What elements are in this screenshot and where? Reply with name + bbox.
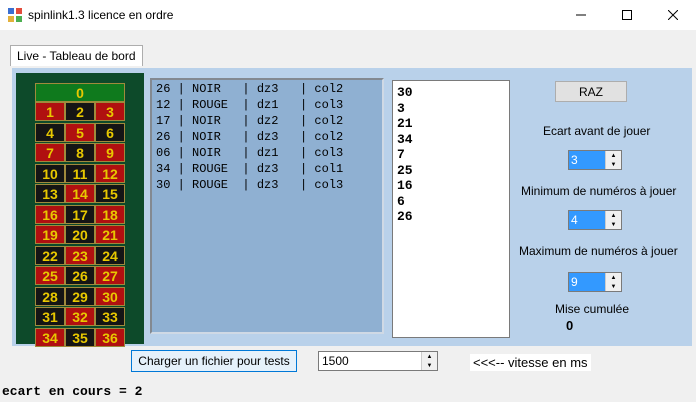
roulette-number-3[interactable]: 3 xyxy=(95,102,125,121)
log-line[interactable]: 26 | NOIR | dz3 | col2 xyxy=(156,129,343,145)
roulette-number-18[interactable]: 18 xyxy=(95,204,125,224)
speed-arrows[interactable]: ▲ ▼ xyxy=(421,352,437,370)
ecart-label: Ecart avant de jouer xyxy=(543,124,651,138)
log-line[interactable]: 06 | NOIR | dz1 | col3 xyxy=(156,145,343,161)
chevron-down-icon[interactable]: ▼ xyxy=(606,220,621,229)
roulette-number-28[interactable]: 28 xyxy=(35,286,65,306)
number-item[interactable]: 25 xyxy=(397,163,413,179)
roulette-number-32[interactable]: 32 xyxy=(65,307,95,326)
chevron-down-icon[interactable]: ▼ xyxy=(606,282,621,291)
mise-label: Mise cumulée xyxy=(555,302,630,316)
roulette-number-14[interactable]: 14 xyxy=(65,184,95,203)
spin-log[interactable]: 26 | NOIR | dz3 | col2 12 | ROUGE | dz1 |… xyxy=(150,78,384,334)
close-button[interactable] xyxy=(650,0,696,30)
roulette-number-8[interactable]: 8 xyxy=(65,143,95,162)
roulette-number-27[interactable]: 27 xyxy=(95,266,125,285)
min-label: Minimum de numéros à jouer xyxy=(521,184,677,198)
tab-live-dashboard[interactable]: Live - Tableau de bord xyxy=(10,45,143,66)
app-icon xyxy=(8,8,22,22)
roulette-number-25[interactable]: 25 xyxy=(35,266,65,285)
window-title: spinlink1.3 licence en ordre xyxy=(28,8,174,22)
number-item[interactable]: 21 xyxy=(397,116,413,132)
roulette-number-6[interactable]: 6 xyxy=(95,122,125,142)
ecart-value[interactable]: 3 xyxy=(569,151,606,169)
log-line[interactable]: 26 | NOIR | dz3 | col2 xyxy=(156,81,343,97)
max-value[interactable]: 9 xyxy=(569,273,606,291)
roulette-number-9[interactable]: 9 xyxy=(95,143,125,162)
roulette-number-10[interactable]: 10 xyxy=(35,163,65,183)
min-stepper[interactable]: 4 ▲ ▼ xyxy=(568,210,622,230)
log-line[interactable]: 12 | ROUGE | dz1 | col3 xyxy=(156,97,343,113)
raz-button[interactable]: RAZ xyxy=(555,81,627,102)
roulette-number-36[interactable]: 36 xyxy=(95,327,125,347)
number-item[interactable]: 3 xyxy=(397,101,405,117)
roulette-number-11[interactable]: 11 xyxy=(65,163,95,183)
roulette-number-23[interactable]: 23 xyxy=(65,245,95,265)
max-stepper[interactable]: 9 ▲ ▼ xyxy=(568,272,622,292)
roulette-number-30[interactable]: 30 xyxy=(95,286,125,306)
number-item[interactable]: 34 xyxy=(397,132,413,148)
roulette-number-0[interactable]: 0 xyxy=(35,83,125,102)
speed-hint: <<<-- vitesse en ms xyxy=(470,354,591,371)
ecart-stepper[interactable]: 3 ▲ ▼ xyxy=(568,150,622,170)
title-bar: spinlink1.3 licence en ordre xyxy=(0,0,696,30)
roulette-number-29[interactable]: 29 xyxy=(65,286,95,306)
roulette-number-1[interactable]: 1 xyxy=(35,102,65,121)
chevron-up-icon[interactable]: ▲ xyxy=(606,151,621,160)
roulette-number-7[interactable]: 7 xyxy=(35,143,65,162)
chevron-down-icon[interactable]: ▼ xyxy=(606,160,621,169)
roulette-number-33[interactable]: 33 xyxy=(95,307,125,326)
number-item[interactable]: 26 xyxy=(397,209,413,225)
minimize-button[interactable] xyxy=(558,0,604,30)
log-line[interactable]: 17 | NOIR | dz2 | col2 xyxy=(156,113,343,129)
roulette-number-13[interactable]: 13 xyxy=(35,184,65,203)
number-item[interactable]: 6 xyxy=(397,194,405,210)
numbers-list[interactable]: 30 3 21 34 7 25 16 6 26 xyxy=(392,80,510,338)
load-file-button[interactable]: Charger un fichier pour tests xyxy=(131,350,297,372)
roulette-number-34[interactable]: 34 xyxy=(35,327,65,347)
number-item[interactable]: 16 xyxy=(397,178,413,194)
roulette-number-24[interactable]: 24 xyxy=(95,245,125,265)
chevron-up-icon[interactable]: ▲ xyxy=(606,211,621,220)
roulette-number-4[interactable]: 4 xyxy=(35,122,65,142)
min-arrows[interactable]: ▲ ▼ xyxy=(605,211,621,229)
roulette-number-35[interactable]: 35 xyxy=(65,327,95,347)
speed-value[interactable]: 1500 xyxy=(322,354,349,368)
max-arrows[interactable]: ▲ ▼ xyxy=(605,273,621,291)
chevron-up-icon[interactable]: ▲ xyxy=(422,352,437,361)
roulette-number-15[interactable]: 15 xyxy=(95,184,125,203)
log-line[interactable]: 30 | ROUGE | dz3 | col3 xyxy=(156,177,343,193)
maximize-icon xyxy=(622,10,632,20)
chevron-up-icon[interactable]: ▲ xyxy=(606,273,621,282)
ecart-arrows[interactable]: ▲ ▼ xyxy=(605,151,621,169)
maximize-button[interactable] xyxy=(604,0,650,30)
roulette-number-31[interactable]: 31 xyxy=(35,307,65,326)
max-label: Maximum de numéros à jouer xyxy=(519,244,678,258)
roulette-number-22[interactable]: 22 xyxy=(35,245,65,265)
speed-stepper[interactable]: 1500 ▲ ▼ xyxy=(318,351,438,371)
roulette-number-2[interactable]: 2 xyxy=(65,102,95,121)
roulette-number-19[interactable]: 19 xyxy=(35,225,65,244)
number-item[interactable]: 30 xyxy=(397,85,413,101)
log-line[interactable]: 34 | ROUGE | dz3 | col1 xyxy=(156,161,343,177)
mise-value: 0 xyxy=(566,318,574,333)
chevron-down-icon[interactable]: ▼ xyxy=(422,361,437,370)
number-item[interactable]: 7 xyxy=(397,147,405,163)
close-icon xyxy=(668,10,678,20)
minimize-icon xyxy=(576,14,586,16)
roulette-number-20[interactable]: 20 xyxy=(65,225,95,244)
min-value[interactable]: 4 xyxy=(569,211,606,229)
roulette-number-26[interactable]: 26 xyxy=(65,266,95,285)
status-text: ecart en cours = 2 xyxy=(2,384,143,399)
roulette-number-5[interactable]: 5 xyxy=(65,122,95,142)
roulette-number-21[interactable]: 21 xyxy=(95,225,125,244)
roulette-number-12[interactable]: 12 xyxy=(95,163,125,183)
roulette-number-16[interactable]: 16 xyxy=(35,204,65,224)
roulette-number-17[interactable]: 17 xyxy=(65,204,95,224)
